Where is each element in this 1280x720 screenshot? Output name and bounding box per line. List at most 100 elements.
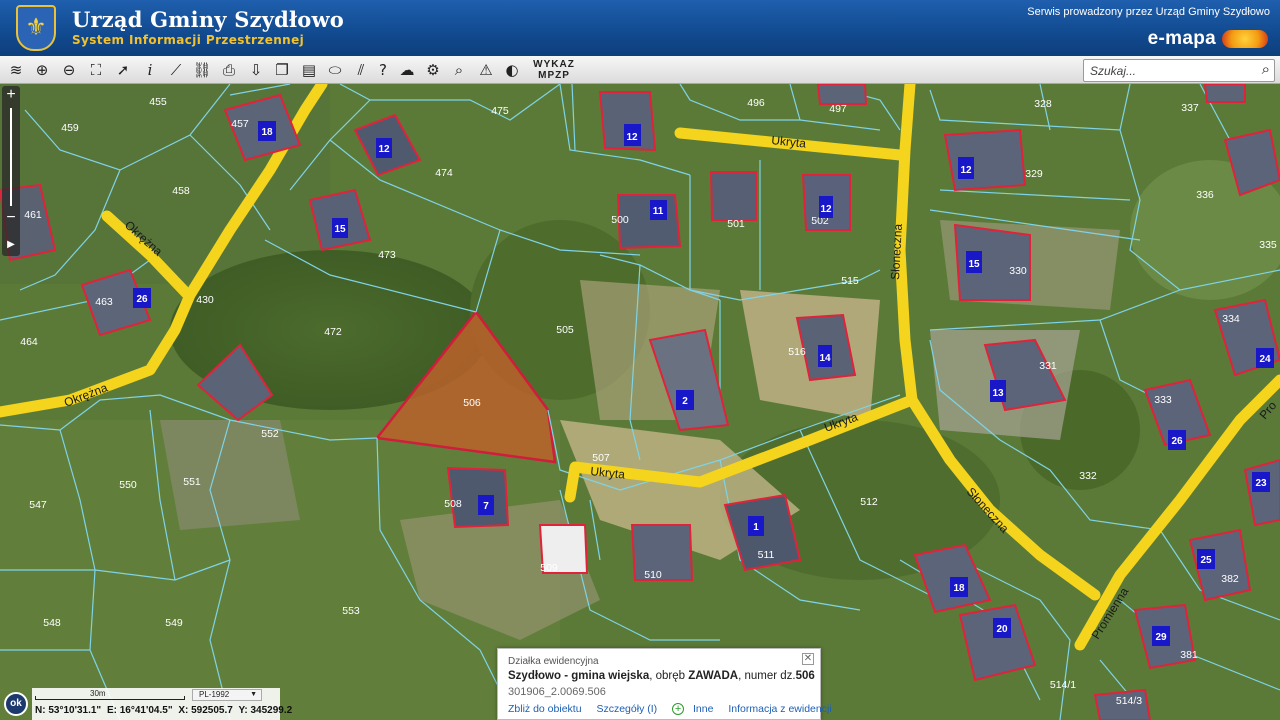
building [709,171,757,221]
x-coordinate: X: 592505.7 [178,705,233,716]
emapa-logo[interactable]: e-mapa [1148,28,1268,50]
parcel-label: 473 [378,249,396,261]
parcel-label: 382 [1221,573,1239,585]
popup-obreb: ZAWADA [688,670,739,682]
parcel-label: 516 [788,346,806,358]
download-icon[interactable]: ⇩ [245,59,267,81]
layers-icon[interactable]: ≋ [5,59,27,81]
zoom-to-object-link[interactable]: Zbliż do obiektu [508,703,582,715]
zoom-in-button[interactable]: + [2,86,20,104]
zoom-control: + − ▶ [2,86,20,256]
link-icon[interactable]: ⛓ [191,59,213,81]
plus-icon[interactable]: + [672,703,685,715]
emapa-logo-text: e-mapa [1147,28,1216,49]
page-title: Urząd Gminy Szydłowo [72,7,344,32]
print-icon[interactable]: ⎙ [218,59,240,81]
house-number-text: 12 [960,165,972,176]
building [1203,84,1246,103]
map-canvas[interactable]: 455 459 458 457 475 474 473 472 461 463 … [0,84,1280,720]
parcel-label: 474 [435,167,453,179]
parcel-label: 328 [1034,98,1052,110]
house-number-text: 24 [1259,354,1271,365]
house-number-text: 23 [1255,478,1267,489]
house-number-text: 26 [1171,436,1183,447]
parcel-label: 551 [183,476,201,488]
house-number-text: 12 [378,144,390,155]
parcel-label: 458 [172,185,190,197]
chevron-down-icon: ▼ [250,691,257,698]
parcel-label: 514/3 [1116,695,1142,707]
parcel-label: 336 [1196,189,1214,201]
house-number-text: 25 [1200,555,1212,566]
crs-select[interactable]: PL-1992 ▼ [192,689,262,701]
parcel-label: 506 [463,397,481,409]
house-number-text: 20 [996,624,1008,635]
settings-icon[interactable]: ⚙ [422,59,444,81]
search-input[interactable] [1090,63,1250,79]
building [630,524,694,581]
house-number-text: 12 [820,204,832,215]
parcel-label: 332 [1079,470,1097,482]
popup-numer-label: , numer dz. [738,670,796,682]
parcel-label: 330 [1009,265,1027,277]
crest-icon: ⚜ [25,13,47,41]
parcel-label: 510 [644,569,662,581]
parcel-label: 459 [61,122,79,134]
other-link[interactable]: Inne [693,703,713,715]
parcel-label: 334 [1222,313,1240,325]
layout-icon[interactable]: ▤ [298,59,320,81]
house-number-text: 29 [1155,632,1167,643]
coordinate-readout: N: 53°10'31.1" E: 16°41'04.5" X: 592505.… [35,705,295,716]
hatch-icon[interactable]: ⫽ [350,59,372,81]
scale-label: 30m [90,689,106,698]
select-arrow-icon[interactable]: ➚ [112,59,134,81]
parcel-label: 501 [727,218,745,230]
mpzp-label: MPZP [538,70,570,81]
service-provider-text: Serwis prowadzony przez Urząd Gminy Szyd… [1027,6,1270,18]
magnify-icon[interactable]: ⌕ [448,59,470,81]
building [816,84,868,105]
house-number-text: 1 [753,522,759,533]
parcel-label: 464 [20,336,38,348]
measure-icon[interactable]: ⟋ [165,59,187,81]
status-bar: 30m PL-1992 ▼ N: 53°10'31.1" E: 16°41'04.… [32,688,292,720]
house-number-text: 13 [992,388,1004,399]
search-icon[interactable]: ⌕ [1262,61,1270,78]
info-icon[interactable]: i [139,59,161,81]
parcel-label: 550 [119,479,137,491]
zoom-out-icon[interactable]: ⊖ [58,59,80,81]
map-view[interactable]: 455 459 458 457 475 474 473 472 461 463 … [0,84,1280,720]
popup-obreb-label: , obręb [649,670,689,682]
toggle-icon[interactable]: ◐ [501,59,523,81]
wykaz-mpzp-button[interactable]: WYKAZ MPZP [530,59,578,81]
popup-parcel-description: Szydłowo - gmina wiejska, obręb ZAWADA, … [508,670,815,682]
house-number-text: 12 [626,132,638,143]
close-icon[interactable]: ✕ [802,653,814,665]
parcel-info-popup: Działka ewidencyjna ✕ Szydłowo - gmina w… [497,648,832,720]
warning-icon[interactable]: ⚠ [475,59,497,81]
parcel-label: 507 [592,452,610,464]
help-icon[interactable]: ? [372,59,394,81]
house-number-text: 15 [334,224,346,235]
parcel-label: 475 [491,105,509,117]
registry-info-link[interactable]: Informacja z ewidencji [728,703,831,715]
shape-icon[interactable]: ⬭ [324,59,346,81]
page-subtitle: System Informacji Przestrzennej [72,33,305,47]
copy-icon[interactable]: ❐ [271,59,293,81]
street-label-sloneczna: Słoneczna [888,223,905,280]
parcel-label: 497 [829,103,847,115]
full-extent-icon[interactable]: ⛶ [85,59,107,81]
zoom-out-button[interactable]: − [2,210,20,228]
search-box[interactable]: ⌕ [1083,59,1275,82]
yard-area [160,420,300,530]
zoom-slider[interactable] [10,108,12,206]
zoom-in-icon[interactable]: ⊕ [31,59,53,81]
parcel-label: 461 [24,209,42,221]
details-link[interactable]: Szczegóły (I) [596,703,657,715]
house-number-text: 18 [953,583,965,594]
ok-button[interactable]: ok [4,692,28,716]
wykaz-label: WYKAZ [533,59,575,70]
cloud-icon[interactable]: ☁ [396,59,418,81]
expand-panel-icon[interactable]: ▶ [2,236,20,254]
parcel-label: 508 [444,498,462,510]
